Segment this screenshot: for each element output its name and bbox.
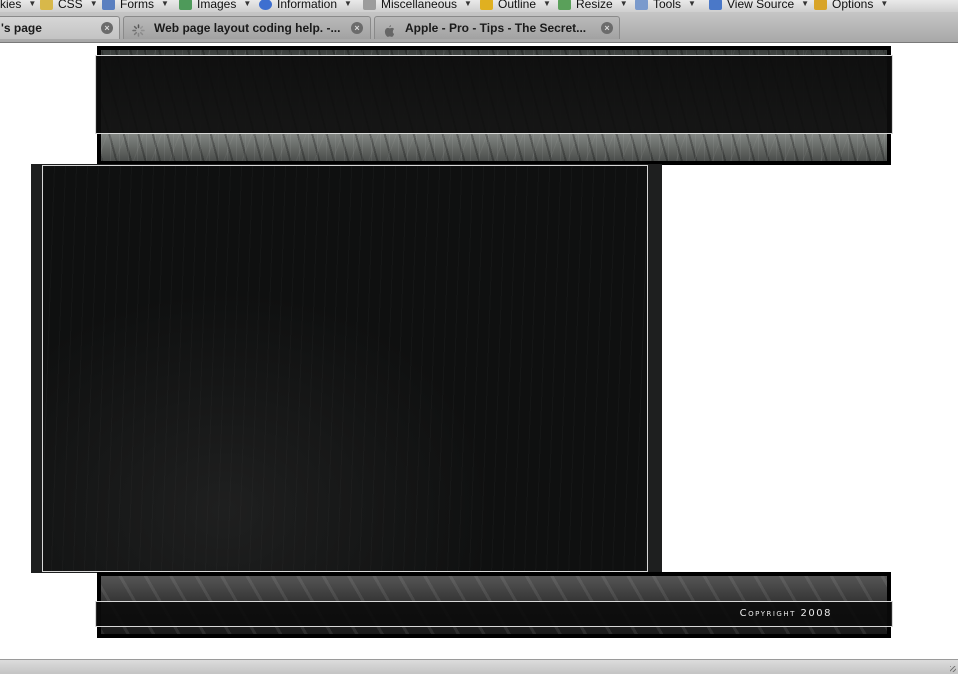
dropdown-arrow-icon: ▼: [880, 0, 889, 8]
forms-menu-label: Forms: [120, 0, 154, 11]
tab-web-page-layout[interactable]: Web page layout coding help. -... ×: [123, 16, 371, 39]
tab-title: Apple - Pro - Tips - The Secret...: [405, 21, 587, 35]
resize-icon: [558, 0, 571, 10]
close-tab-icon[interactable]: ×: [601, 22, 613, 34]
dropdown-arrow-icon: ▼: [243, 0, 252, 8]
web-page-viewport: Copyright 2008: [0, 43, 958, 659]
forms-menu[interactable]: Forms ▼: [102, 0, 169, 12]
apple-icon: [383, 22, 396, 37]
miscellaneous-icon: [363, 0, 376, 10]
images-menu-label: Images: [197, 0, 237, 11]
close-tab-icon[interactable]: ×: [101, 22, 113, 34]
outline-icon: [480, 0, 493, 10]
close-tab-icon[interactable]: ×: [351, 22, 363, 34]
dropdown-arrow-icon: ▼: [161, 0, 169, 8]
sidebar-area: [666, 165, 958, 572]
tab-title: 's page: [1, 21, 42, 35]
dropdown-arrow-icon: ▼: [619, 0, 628, 8]
options-icon: [814, 0, 827, 10]
miscellaneous-menu[interactable]: Miscellaneous ▼: [363, 0, 472, 12]
tools-icon: [635, 0, 648, 10]
loading-spinner-icon: [132, 22, 145, 37]
information-icon: [259, 0, 272, 10]
dropdown-arrow-icon: ▼: [344, 0, 352, 8]
options-menu[interactable]: Options ▼: [814, 0, 888, 12]
tab-strip: 's page × Web page layout coding help. -…: [0, 12, 958, 43]
information-menu[interactable]: Information ▼: [259, 0, 352, 12]
web-developer-toolbar: kies ▼ CSS ▼ Forms ▼ Images ▼ Information ▼ M…: [0, 0, 958, 12]
dropdown-arrow-icon: ▼: [89, 0, 98, 8]
view-source-menu-label: View Source: [727, 0, 795, 11]
resize-menu-label: Resize: [576, 0, 613, 11]
resize-grip-icon[interactable]: [950, 666, 956, 672]
dropdown-arrow-icon: ▼: [801, 0, 810, 8]
information-menu-label: Information: [277, 0, 338, 11]
forms-icon: [102, 0, 115, 10]
css-menu-label: CSS: [58, 0, 83, 11]
tab-current-page[interactable]: 's page ×: [0, 16, 120, 39]
tools-menu-label: Tools: [653, 0, 682, 11]
view-source-menu[interactable]: View Source ▼: [709, 0, 809, 12]
options-menu-label: Options: [832, 0, 874, 11]
css-icon: [40, 0, 53, 10]
main-content-panel: [42, 165, 648, 572]
header-panel: [95, 55, 893, 134]
css-menu[interactable]: CSS ▼: [40, 0, 98, 12]
tools-menu[interactable]: Tools ▼: [635, 0, 696, 12]
copyright-text: Copyright 2008: [739, 608, 832, 619]
status-bar: [0, 659, 958, 674]
cookies-menu-label: kies: [0, 0, 22, 11]
dropdown-arrow-icon: ▼: [543, 0, 551, 8]
images-menu[interactable]: Images ▼: [179, 0, 251, 12]
tab-apple-pro-tips[interactable]: Apple - Pro - Tips - The Secret... ×: [374, 16, 620, 39]
images-icon: [179, 0, 192, 10]
tab-title: Web page layout coding help. -...: [154, 21, 341, 35]
footer-panel: Copyright 2008: [95, 601, 893, 627]
view-source-icon: [709, 0, 722, 10]
miscellaneous-menu-label: Miscellaneous: [381, 0, 458, 11]
dropdown-arrow-icon: ▼: [464, 0, 472, 8]
dropdown-arrow-icon: ▼: [28, 0, 37, 8]
cookies-menu[interactable]: kies ▼: [0, 0, 36, 12]
resize-menu[interactable]: Resize ▼: [558, 0, 628, 12]
dropdown-arrow-icon: ▼: [688, 0, 696, 8]
outline-menu[interactable]: Outline ▼: [480, 0, 551, 12]
outline-menu-label: Outline: [498, 0, 537, 11]
